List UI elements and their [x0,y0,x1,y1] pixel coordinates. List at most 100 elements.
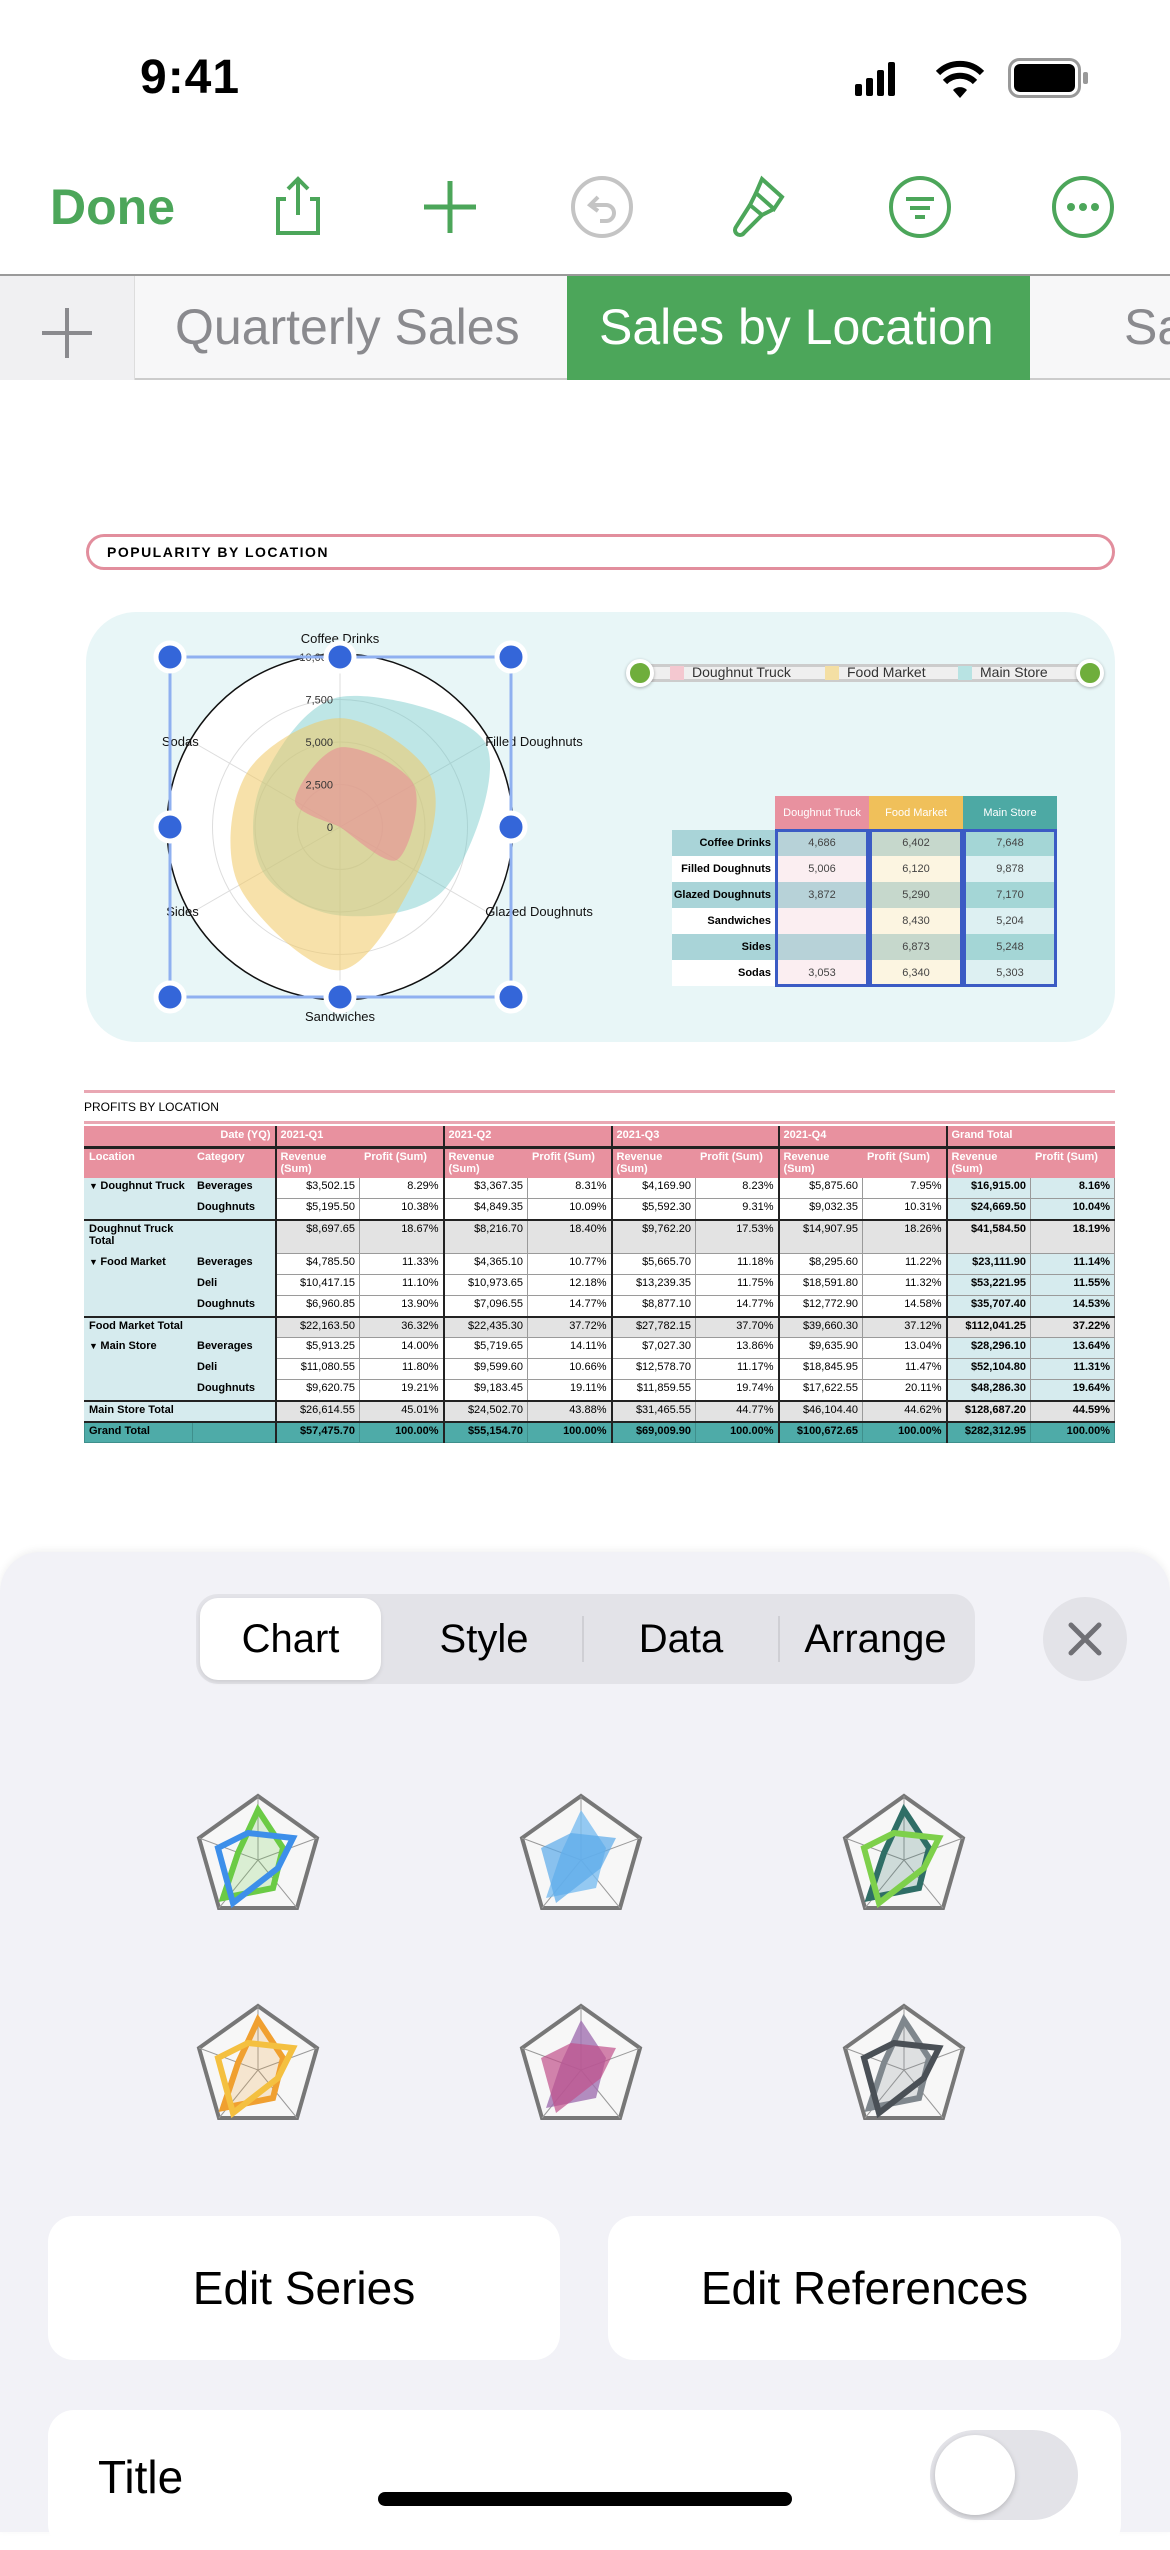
profit-cell[interactable]: 11.33% [359,1253,444,1275]
profit-cell[interactable]: 8.29% [359,1177,444,1199]
profit-cell[interactable]: 45.01% [359,1400,444,1422]
revenue-cell[interactable]: $46,104.40 [777,1400,863,1422]
category-cell[interactable]: Doughnuts [192,1379,277,1401]
category-cell[interactable]: Beverages [192,1253,277,1275]
resize-handle[interactable] [153,980,187,1014]
revenue-cell[interactable]: $11,080.55 [275,1358,360,1380]
profit-cell[interactable]: 100.00% [527,1421,612,1443]
revenue-cell[interactable]: $6,960.85 [275,1295,360,1317]
format-segmented-control[interactable]: Chart Style Data Arrange [196,1594,975,1684]
revenue-cell[interactable]: $23,111.90 [945,1253,1031,1275]
profit-cell[interactable]: 8.31% [527,1177,612,1199]
tab-partial[interactable]: Sa [1030,276,1170,380]
chart-style-preset-6[interactable] [839,1998,969,2128]
revenue-cell[interactable]: $26,614.55 [275,1400,360,1422]
pivot-table[interactable]: Date (YQ) 2021-Q1 2021-Q2 2021-Q3 2021-Q… [84,1126,1116,1443]
profit-cell[interactable]: 14.77% [695,1295,779,1317]
revenue-cell[interactable]: $39,660.30 [777,1316,863,1338]
resize-handle[interactable] [494,640,528,674]
profit-cell[interactable]: 37.22% [1029,1316,1116,1338]
profit-cell[interactable]: 13.86% [695,1337,779,1359]
resize-handle[interactable] [494,810,528,844]
profit-cell[interactable]: 37.72% [527,1316,612,1338]
revenue-cell[interactable]: $5,913.25 [275,1337,360,1359]
location-cell[interactable] [84,1198,193,1220]
profit-cell[interactable]: 37.70% [695,1316,779,1338]
location-cell[interactable] [84,1295,193,1317]
revenue-cell[interactable]: $35,707.40 [945,1295,1031,1317]
revenue-cell[interactable]: $57,475.70 [275,1421,360,1443]
profit-cell[interactable]: 20.11% [862,1379,947,1401]
row-label[interactable]: Sodas [672,960,775,986]
chart-style-preset-1[interactable] [193,1788,323,1918]
filter-icon[interactable] [888,175,952,239]
revenue-cell[interactable]: $5,195.50 [275,1198,360,1220]
disclosure-triangle-icon[interactable]: ▼ [89,1257,100,1267]
revenue-cell[interactable]: $10,417.15 [275,1274,360,1296]
period-header[interactable]: 2021-Q3 [610,1126,779,1148]
category-cell[interactable]: Beverages [192,1337,277,1359]
profit-header[interactable]: Profit (Sum) [527,1147,612,1178]
revenue-cell[interactable]: $100,672.65 [777,1421,863,1443]
profit-cell[interactable]: 11.31% [1029,1358,1116,1380]
profit-cell[interactable]: 100.00% [695,1421,779,1443]
category-cell[interactable]: Deli [192,1358,277,1380]
revenue-header[interactable]: Revenue (Sum) [610,1147,696,1178]
profit-header[interactable]: Profit (Sum) [862,1147,947,1178]
category-cell[interactable]: Deli [192,1274,277,1296]
row-label[interactable]: Sides [672,934,775,960]
close-button[interactable] [1043,1597,1127,1681]
profit-cell[interactable]: 11.47% [862,1358,947,1380]
revenue-cell[interactable]: $5,719.65 [442,1337,528,1359]
category-cell[interactable] [192,1316,277,1338]
legend-resize-handle[interactable] [626,659,654,687]
row-label[interactable]: Glazed Doughnuts [672,882,775,908]
undo-icon[interactable] [570,175,634,239]
profit-cell[interactable]: 9.31% [695,1198,779,1220]
profit-cell[interactable]: 18.26% [862,1219,947,1254]
revenue-cell[interactable]: $7,027.30 [610,1337,696,1359]
tab-quarterly-sales[interactable]: Quarterly Sales [135,276,567,380]
profit-cell[interactable]: 10.38% [359,1198,444,1220]
revenue-cell[interactable]: $5,875.60 [777,1177,863,1199]
location-cell[interactable]: Main Store Total [84,1400,193,1422]
add-sheet-button[interactable] [0,276,135,380]
category-cell[interactable]: Doughnuts [192,1295,277,1317]
profit-cell[interactable]: 43.88% [527,1400,612,1422]
plus-icon[interactable] [418,175,482,239]
revenue-header[interactable]: Revenue (Sum) [442,1147,528,1178]
profit-cell[interactable]: 44.59% [1029,1400,1116,1422]
revenue-cell[interactable]: $3,367.35 [442,1177,528,1199]
revenue-cell[interactable]: $12,578.70 [610,1358,696,1380]
revenue-cell[interactable]: $3,502.15 [275,1177,360,1199]
period-header[interactable]: 2021-Q4 [777,1126,947,1148]
title-toggle[interactable] [930,2430,1078,2520]
chart-style-preset-3[interactable] [839,1788,969,1918]
revenue-cell[interactable]: $41,584.50 [945,1219,1031,1254]
profit-cell[interactable]: 13.64% [1029,1337,1116,1359]
resize-handle[interactable] [323,640,357,674]
category-cell[interactable]: Beverages [192,1177,277,1199]
revenue-cell[interactable]: $112,041.25 [945,1316,1031,1338]
profit-cell[interactable]: 19.74% [695,1379,779,1401]
profit-cell[interactable]: 17.53% [695,1219,779,1254]
revenue-cell[interactable]: $5,665.70 [610,1253,696,1275]
tab-sales-by-location[interactable]: Sales by Location [567,276,1030,380]
revenue-cell[interactable]: $8,216.70 [442,1219,528,1254]
category-header[interactable]: Category [192,1147,277,1178]
location-cell[interactable] [84,1274,193,1296]
revenue-cell[interactable]: $24,669.50 [945,1198,1031,1220]
revenue-cell[interactable]: $9,620.75 [275,1379,360,1401]
edit-references-button[interactable]: Edit References [608,2216,1121,2360]
profit-cell[interactable]: 13.04% [862,1337,947,1359]
profit-header[interactable]: Profit (Sum) [359,1147,444,1178]
revenue-cell[interactable]: $9,599.60 [442,1358,528,1380]
profit-cell[interactable]: 11.18% [695,1253,779,1275]
revenue-cell[interactable]: $22,435.30 [442,1316,528,1338]
profit-cell[interactable]: 14.00% [359,1337,444,1359]
tab-arrange[interactable]: Arrange [780,1598,971,1680]
revenue-cell[interactable]: $48,286.30 [945,1379,1031,1401]
revenue-cell[interactable]: $128,687.20 [945,1400,1031,1422]
chart-style-preset-5[interactable] [516,1998,646,2128]
profit-cell[interactable]: 18.19% [1029,1219,1116,1254]
